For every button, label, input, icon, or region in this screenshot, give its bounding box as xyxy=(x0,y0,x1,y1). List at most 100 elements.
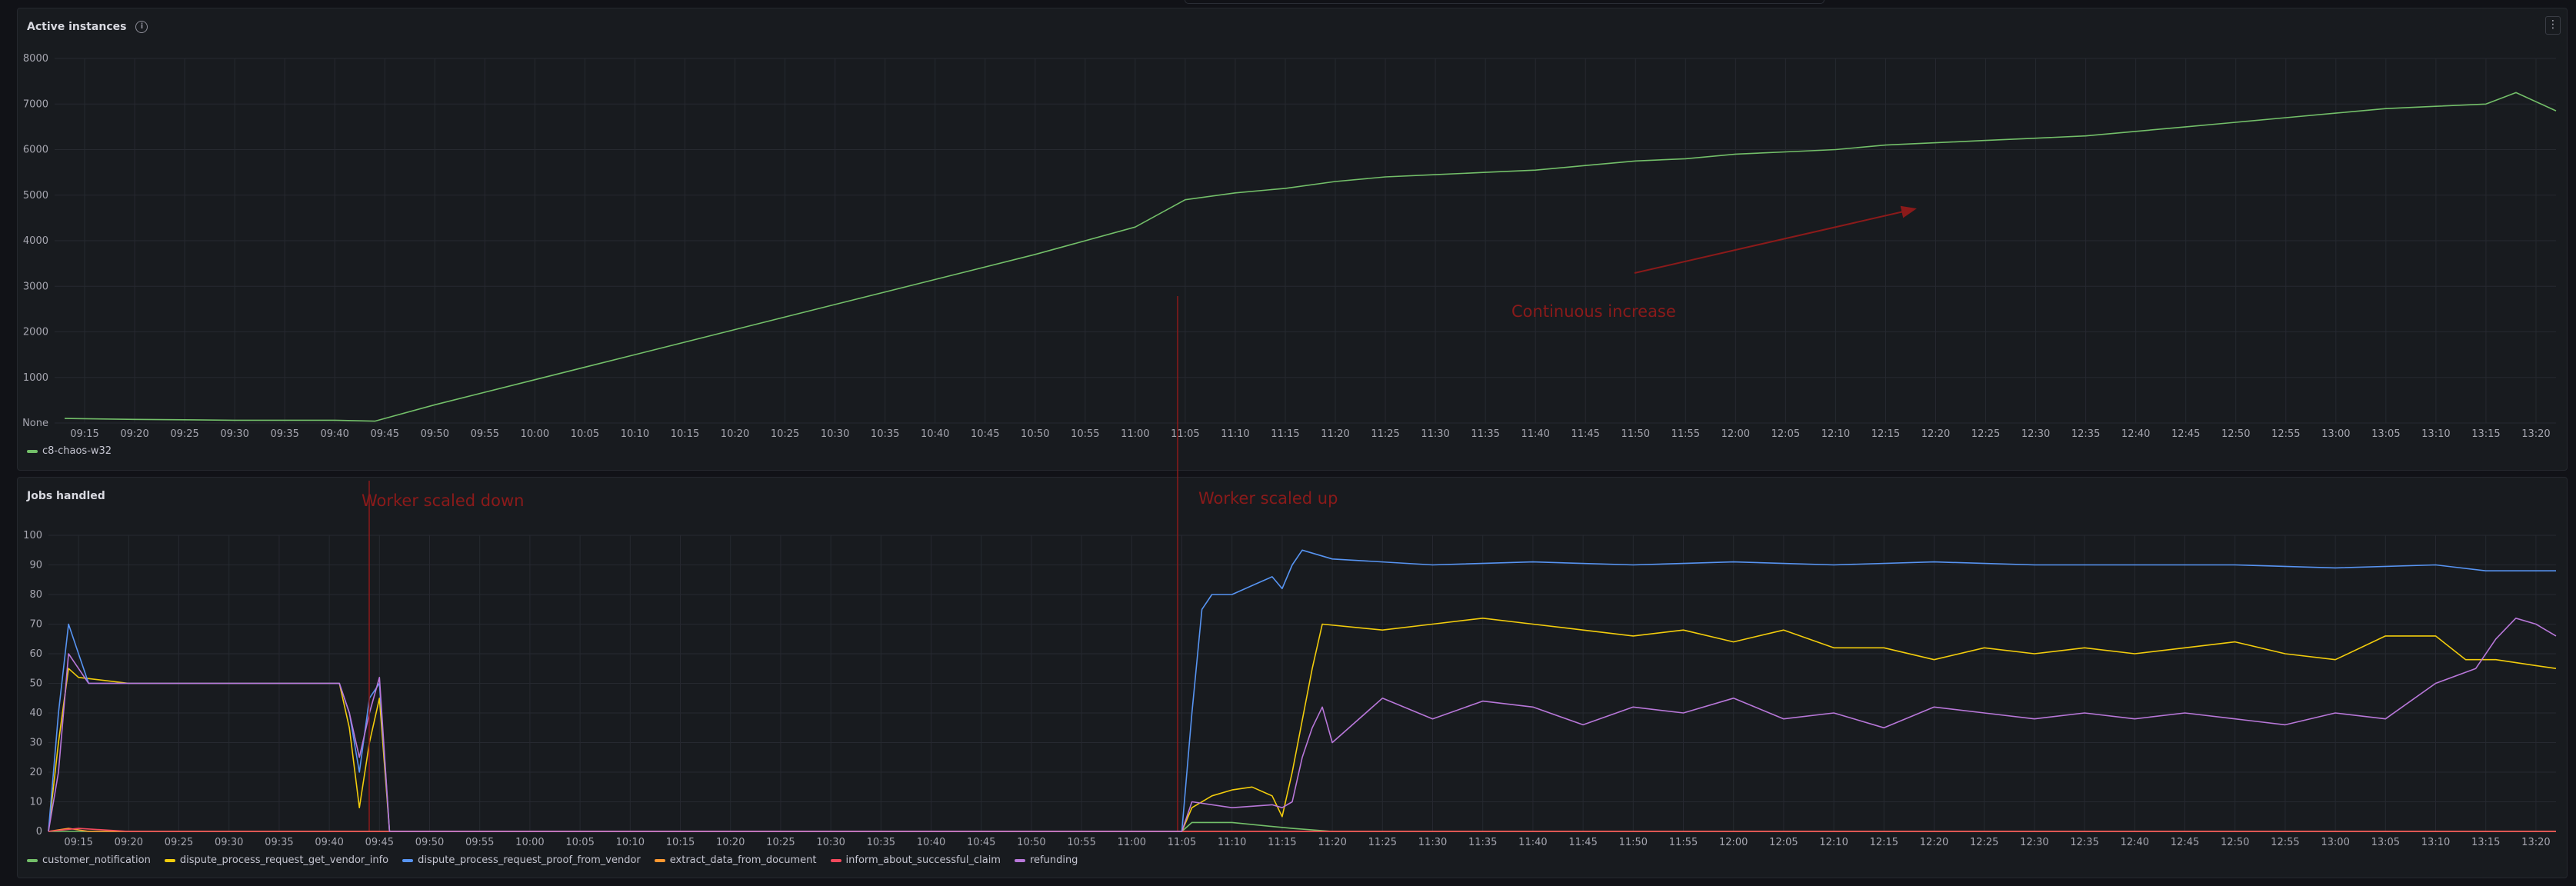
legend-item[interactable]: c8-chaos-w32 xyxy=(27,445,112,457)
x-tick-label: 12:15 xyxy=(1870,837,1898,848)
y-tick-label: 40 xyxy=(29,708,42,719)
x-tick-label: 09:30 xyxy=(220,428,248,440)
x-tick-label: 09:35 xyxy=(265,837,293,848)
y-tick-label: 7000 xyxy=(23,98,48,110)
x-tick-label: 13:05 xyxy=(2371,428,2400,440)
y-tick-label: 70 xyxy=(29,619,42,631)
x-tick-label: 10:20 xyxy=(716,837,745,848)
x-tick-label: 12:40 xyxy=(2121,428,2150,440)
x-tick-label: 10:10 xyxy=(621,428,649,440)
x-tick-label: 10:50 xyxy=(1021,428,1049,440)
legend-swatch xyxy=(654,858,665,862)
x-tick-label: 10:45 xyxy=(971,428,999,440)
x-tick-label: 11:30 xyxy=(1418,837,1447,848)
legend-label: customer_notification xyxy=(42,854,151,866)
x-tick-label: 11:20 xyxy=(1318,837,1346,848)
x-tick-label: 12:45 xyxy=(2171,428,2200,440)
x-tick-label: 11:45 xyxy=(1568,837,1597,848)
x-tick-label: 13:15 xyxy=(2471,428,2500,440)
y-tick-label: 8000 xyxy=(23,53,48,65)
x-tick-label: 10:05 xyxy=(565,837,594,848)
y-tick-label: 60 xyxy=(29,648,42,660)
x-tick-label: 12:05 xyxy=(1771,428,1800,440)
x-tick-label: 12:00 xyxy=(1721,428,1750,440)
x-tick-label: 11:50 xyxy=(1619,837,1648,848)
x-tick-label: 09:55 xyxy=(471,428,499,440)
x-tick-label: 10:00 xyxy=(521,428,549,440)
x-tick-label: 10:30 xyxy=(821,428,849,440)
x-tick-label: 09:20 xyxy=(120,428,148,440)
x-tick-label: 12:10 xyxy=(1819,837,1848,848)
legend: c8-chaos-w32 xyxy=(27,445,112,457)
x-tick-label: 11:05 xyxy=(1171,428,1199,440)
x-tick-label: 09:15 xyxy=(70,428,98,440)
x-tick-label: 09:25 xyxy=(170,428,198,440)
x-tick-label: 12:35 xyxy=(2071,428,2100,440)
x-tick-label: 09:50 xyxy=(415,837,444,848)
x-tick-label: 11:50 xyxy=(1621,428,1650,440)
legend-label: dispute_process_request_get_vendor_info xyxy=(179,854,389,866)
x-tick-label: 13:00 xyxy=(2321,428,2350,440)
y-tick-label: 10 xyxy=(29,797,42,808)
x-tick-label: 13:20 xyxy=(2521,428,2550,440)
x-tick-label: 09:45 xyxy=(365,837,394,848)
x-tick-label: 12:00 xyxy=(1719,837,1748,848)
legend-item[interactable]: dispute_process_request_proof_from_vendo… xyxy=(402,854,641,866)
x-tick-label: 13:05 xyxy=(2371,837,2400,848)
y-tick-label: 4000 xyxy=(23,235,48,247)
x-tick-label: 11:10 xyxy=(1221,428,1249,440)
x-tick-label: 13:10 xyxy=(2421,428,2450,440)
x-tick-label: 12:55 xyxy=(2271,428,2300,440)
legend-swatch xyxy=(27,858,38,862)
x-tick-label: 10:45 xyxy=(967,837,995,848)
y-tick-label: None xyxy=(22,418,48,429)
legend-item[interactable]: dispute_process_request_get_vendor_info xyxy=(164,854,389,866)
legend-item[interactable]: refunding xyxy=(1014,854,1078,866)
x-tick-label: 12:15 xyxy=(1871,428,1900,440)
x-tick-label: 09:15 xyxy=(64,837,92,848)
x-tick-label: 09:35 xyxy=(270,428,298,440)
legend-label: c8-chaos-w32 xyxy=(42,445,112,457)
x-tick-label: 11:00 xyxy=(1121,428,1149,440)
y-tick-label: 20 xyxy=(29,767,42,778)
jobs-handled-chart: 0 10 20 30 40 50 60 70 80 90 100 09:15 09:20 09:25 09:… xyxy=(23,530,2557,848)
x-tick-label: 10:00 xyxy=(515,837,544,848)
legend-label: extract_data_from_document xyxy=(669,854,817,866)
legend-swatch xyxy=(402,858,414,862)
x-tick-label: 12:45 xyxy=(2171,837,2199,848)
x-tick-label: 10:30 xyxy=(816,837,845,848)
x-tick-label: 10:10 xyxy=(616,837,645,848)
x-tick-label: 12:55 xyxy=(2271,837,2299,848)
x-tick-label: 10:20 xyxy=(721,428,749,440)
x-tick-label: 12:50 xyxy=(2221,428,2250,440)
x-tick-label: 11:55 xyxy=(1671,428,1700,440)
legend-swatch xyxy=(830,858,841,862)
x-tick-label: 13:20 xyxy=(2521,837,2550,848)
legend-item[interactable]: extract_data_from_document xyxy=(654,854,817,866)
x-tick-label: 11:00 xyxy=(1118,837,1146,848)
legend-swatch xyxy=(1014,858,1025,862)
legend-item[interactable]: customer_notification xyxy=(27,854,151,866)
series-line-dispute-process-request-get-vendor-info xyxy=(48,618,2557,832)
x-tick-label: 09:20 xyxy=(115,837,143,848)
x-tick-label: 11:40 xyxy=(1521,428,1549,440)
x-tick-label: 09:25 xyxy=(165,837,193,848)
y-tick-label: 100 xyxy=(23,530,42,541)
panel-jobs-handled: Jobs handled 0 10 20 30 40 50 60 70 80 90 100 09:15… xyxy=(17,477,2568,878)
x-tick-label: 10:15 xyxy=(671,428,699,440)
x-tick-label: 10:55 xyxy=(1071,428,1099,440)
x-tick-label: 10:40 xyxy=(921,428,949,440)
legend-swatch xyxy=(164,858,175,862)
x-tick-label: 11:30 xyxy=(1421,428,1449,440)
series-line-refunding xyxy=(48,618,2557,832)
x-tick-label: 09:30 xyxy=(215,837,243,848)
legend-item[interactable]: inform_about_successful_claim xyxy=(830,854,1001,866)
x-tick-label: 12:25 xyxy=(1970,837,1998,848)
x-tick-label: 10:35 xyxy=(867,837,895,848)
active-instances-chart: None 1000 2000 3000 4000 5000 6000 7000 8000 09:1… xyxy=(22,53,2557,440)
legend-label: refunding xyxy=(1029,854,1078,866)
panel-active-instances: Active instances i ⋮ None 1000 2000 3000 400… xyxy=(17,8,2568,471)
x-tick-label: 10:55 xyxy=(1067,837,1095,848)
x-tick-label: 12:20 xyxy=(1921,428,1950,440)
legend: customer_notification dispute_process_req… xyxy=(27,854,1078,866)
